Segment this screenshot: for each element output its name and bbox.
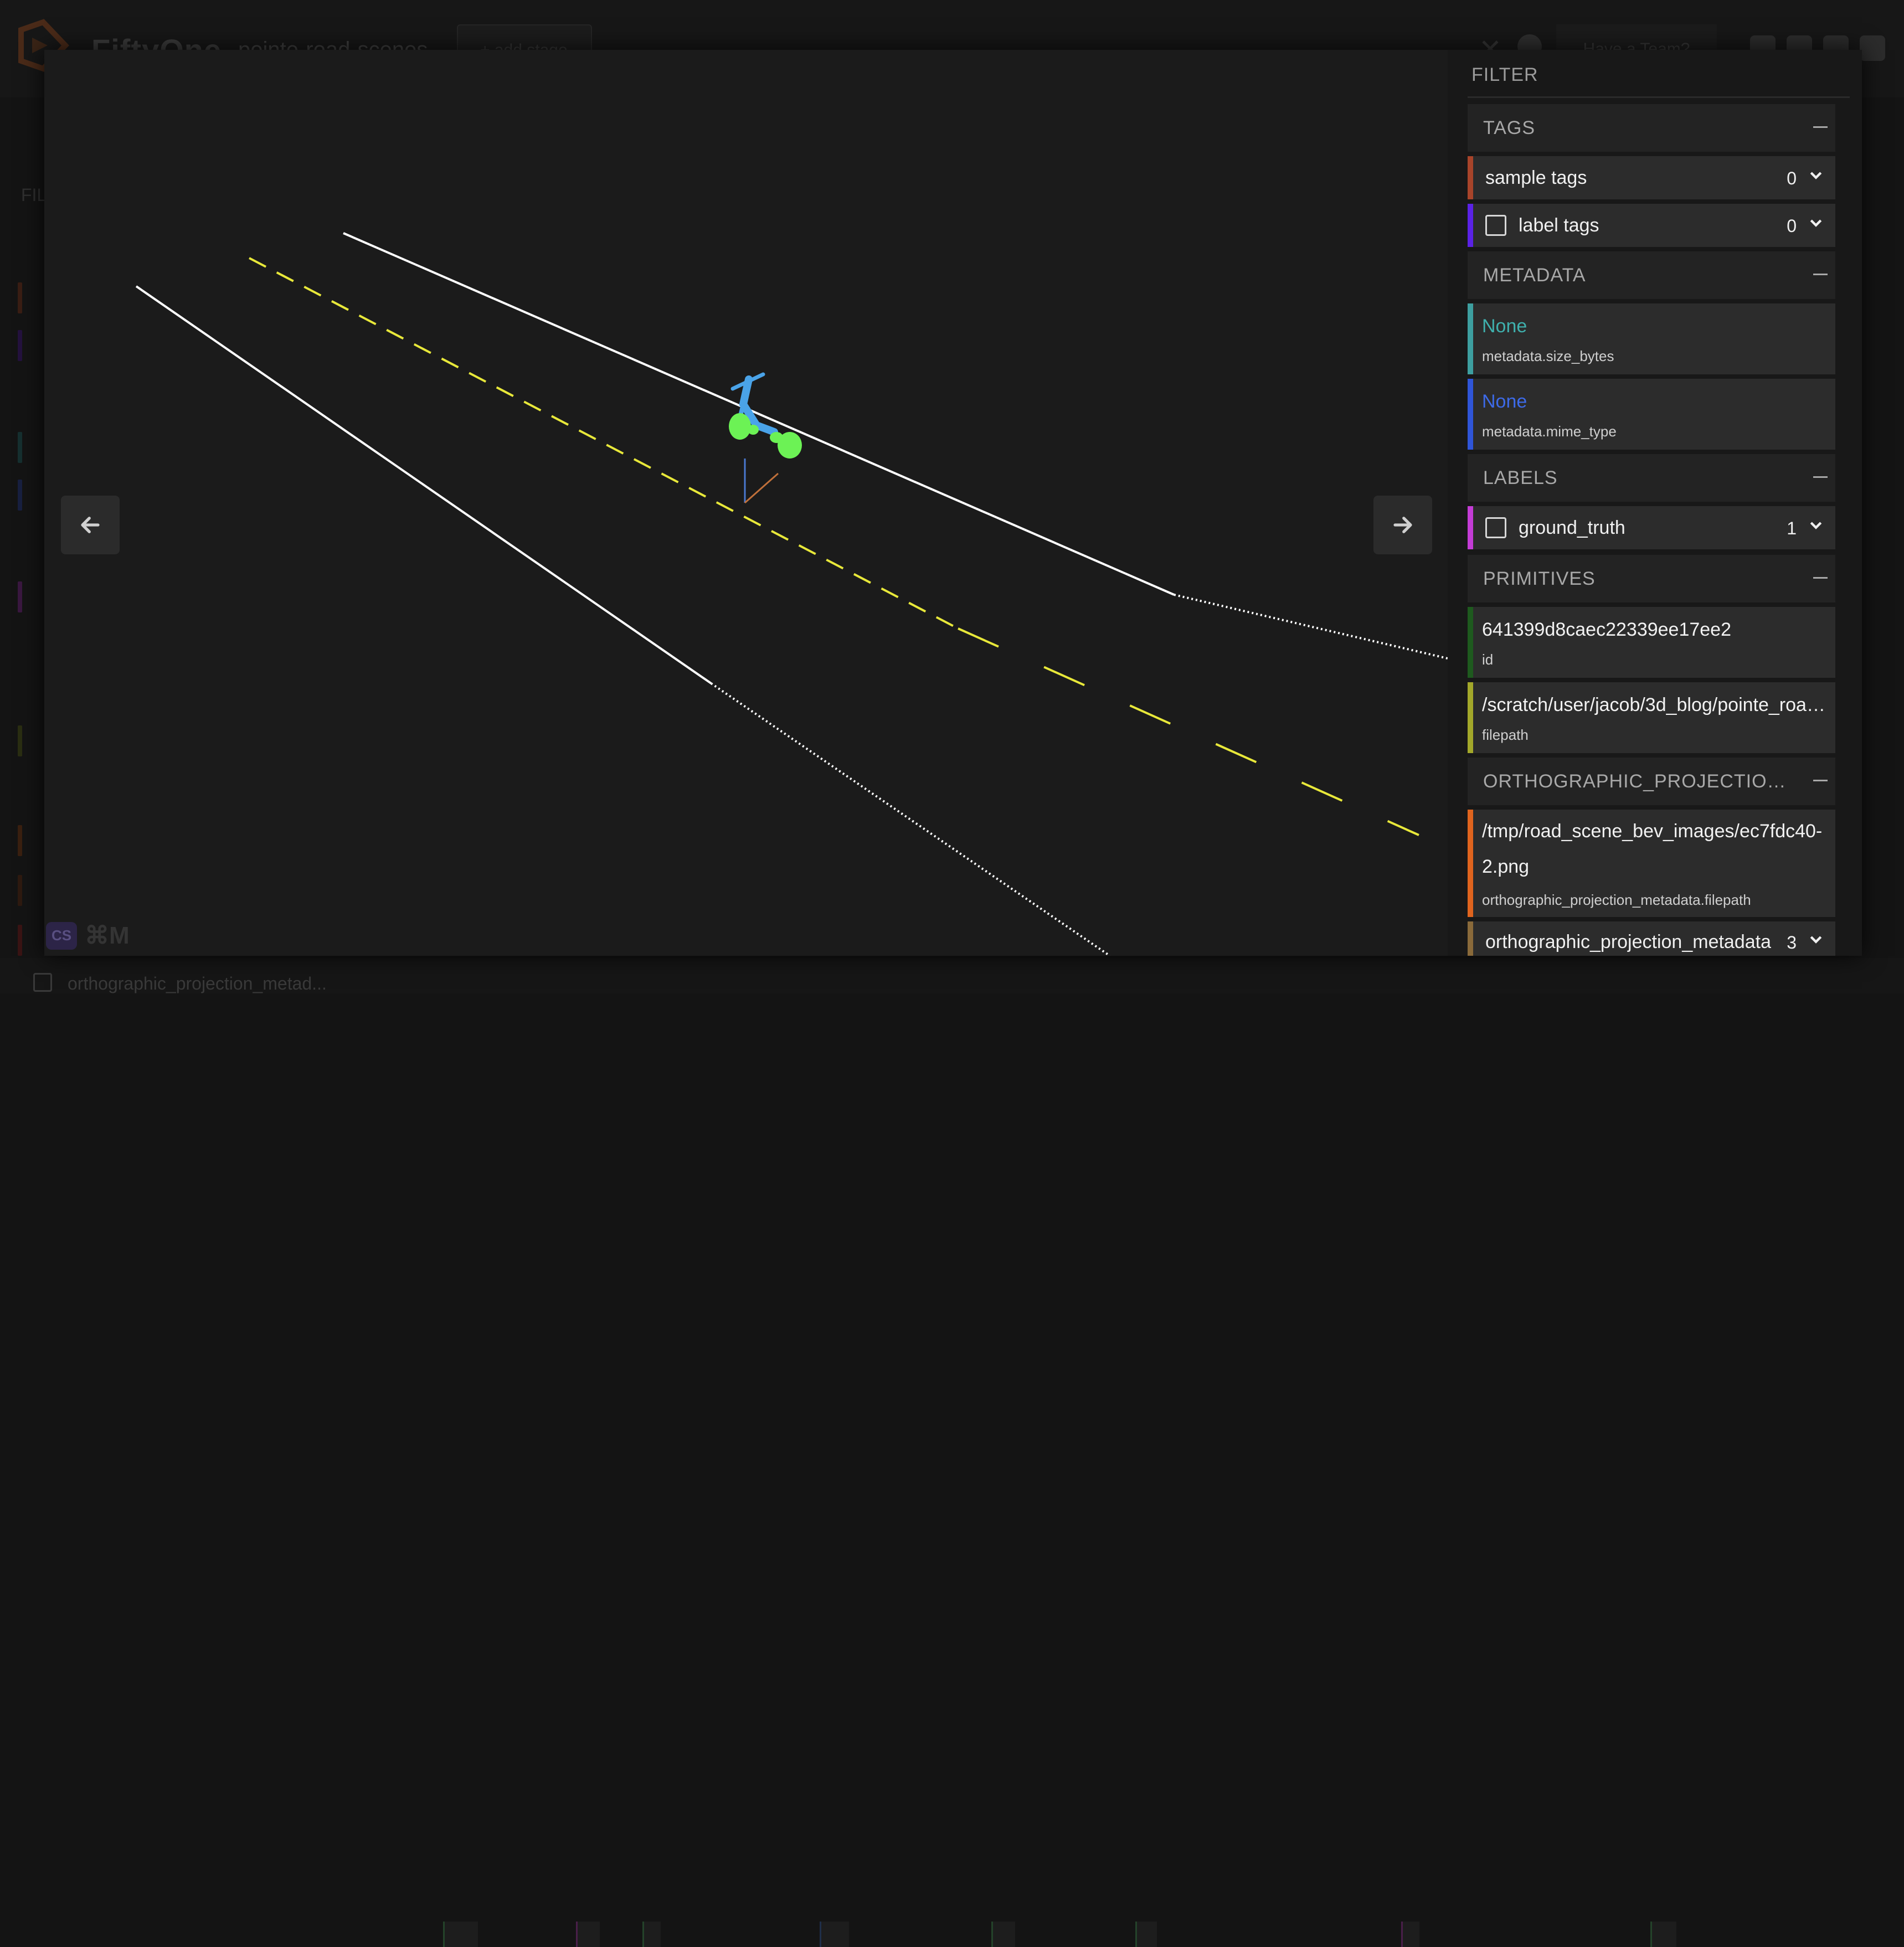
lane-line-right-solid [343,232,1175,596]
center-line-dashed [249,257,959,630]
color-stripe [1468,682,1473,753]
minus-icon[interactable] [1813,126,1828,128]
bottom-field-checkbox[interactable] [33,973,52,992]
ground-truth-row[interactable]: ground_truth 1 [1468,506,1835,549]
group-label: LABELS [1483,467,1558,488]
field-value-line2: 2.png [1482,856,1530,877]
lane-line-left-solid [135,285,712,684]
color-stripe [1468,156,1473,199]
sample-tags-row[interactable]: sample tags 0 [1468,156,1835,199]
chevron-down-icon[interactable] [1808,931,1824,948]
sample-tags-label: sample tags [1485,167,1587,188]
center-line-dotted-dashes [958,627,1419,836]
lane-line-left-dotted [710,682,1111,956]
field-value: 641399d8caec22339ee17ee2 [1482,619,1732,640]
color-stripe [1468,607,1473,678]
ortho-filepath-row[interactable]: /tmp/road_scene_bev_images/ec7fdc40- 2.p… [1468,810,1835,917]
color-stripe [1468,810,1473,917]
ground-truth-checkbox[interactable] [1485,517,1506,538]
metadata-mime-type-row[interactable]: None metadata.mime_type [1468,379,1835,450]
color-stripe [1468,303,1473,374]
shortcut-keys: ⌘M [85,922,130,949]
arrow-left-icon [81,517,100,533]
grid-thumbnail[interactable] [1135,1922,1157,1947]
grid-thumbnail[interactable] [991,1922,1015,1947]
cs-icon: CS [46,921,77,950]
next-sample-button[interactable] [1373,496,1432,554]
sample-modal: CS ⌘M FILTER TAGS sample tags 0 label ta… [44,50,1862,956]
grid-thumbnail[interactable] [1401,1922,1419,1947]
field-key: id [1482,651,1494,668]
filter-title: FILTER [1471,64,1538,85]
bottom-field-label: orthographic_projection_metad... [68,973,327,993]
arrow-right-icon [1393,517,1412,533]
bg-stripe [18,925,22,956]
field-key: metadata.mime_type [1482,423,1617,440]
ground-truth-count: 1 [1787,518,1797,538]
bg-stripe [18,282,22,313]
color-stripe [1468,204,1473,247]
grid-thumbnail[interactable] [1650,1922,1676,1947]
minus-icon[interactable] [1813,274,1828,275]
id-row[interactable]: 641399d8caec22339ee17ee2 id [1468,607,1835,678]
group-tags[interactable]: TAGS [1468,104,1835,152]
label-tags-count: 0 [1787,216,1797,236]
field-value-line1: /tmp/road_scene_bev_images/ec7fdc40- [1482,821,1823,842]
group-label: ORTHOGRAPHIC_PROJECTION_METADATA [1483,771,1793,792]
group-metadata[interactable]: METADATA [1468,251,1835,299]
field-key: orthographic_projection_metadata.filepat… [1482,892,1751,908]
ground-truth-label: ground_truth [1519,517,1625,538]
bg-stripe [18,825,22,856]
previous-sample-button[interactable] [61,496,120,554]
group-primitives[interactable]: PRIMITIVES [1468,555,1835,602]
grid-thumbnail[interactable] [820,1922,849,1947]
ortho-embedded-label: orthographic_projection_metadata [1485,931,1772,952]
color-stripe [1468,506,1473,549]
filter-sidebar: FILTER TAGS sample tags 0 label tags 0 M… [1448,50,1862,956]
color-stripe [1468,921,1473,956]
field-value: None [1482,391,1527,412]
point-cloud-scene[interactable] [44,50,1448,956]
shortcut-badge[interactable]: CS ⌘M [46,921,130,950]
bg-stripe [18,875,22,906]
label-tags-checkbox[interactable] [1485,215,1506,236]
group-label: PRIMITIVES [1483,568,1596,589]
label-tags-label: label tags [1519,215,1599,236]
ortho-embedded-count: 3 [1787,933,1797,952]
metadata-size-bytes-row[interactable]: None metadata.size_bytes [1468,303,1835,374]
grid-thumbnail[interactable] [576,1922,600,1947]
bg-sidebar-title: FIL [21,185,47,205]
label-tags-row[interactable]: label tags 0 [1468,204,1835,247]
bg-stripe [18,581,22,612]
group-label: METADATA [1483,265,1586,286]
grid-thumbnail[interactable] [443,1922,478,1947]
chevron-down-icon[interactable] [1808,215,1824,231]
divider [1468,96,1850,98]
field-value: None [1482,316,1527,337]
group-orthographic-projection-metadata[interactable]: ORTHOGRAPHIC_PROJECTION_METADATA [1468,758,1835,805]
sample-tags-count: 0 [1787,168,1797,188]
bg-stripe [18,480,22,511]
field-key: metadata.size_bytes [1482,348,1614,364]
lane-line-right-dotted [1174,594,1448,660]
axis-x-icon [744,472,779,504]
grid-thumbnail[interactable] [642,1922,661,1947]
chevron-down-icon[interactable] [1808,517,1824,534]
bg-stripe [18,725,22,756]
3d-viewer[interactable]: CS ⌘M [44,50,1448,956]
bg-stripe [18,330,22,361]
bg-stripe [18,432,22,463]
filepath-row[interactable]: /scratch/user/jacob/3d_blog/pointe_road_… [1468,682,1835,753]
minus-icon[interactable] [1813,780,1828,781]
ortho-embedded-row[interactable]: orthographic_projection_metadata 3 [1468,921,1835,956]
field-value: /scratch/user/jacob/3d_blog/pointe_road_… [1482,694,1825,715]
field-key: filepath [1482,727,1529,743]
minus-icon[interactable] [1813,577,1828,579]
minus-icon[interactable] [1813,476,1828,478]
color-stripe [1468,379,1473,450]
group-labels[interactable]: LABELS [1468,454,1835,502]
group-label: TAGS [1483,117,1536,138]
docs-icon[interactable] [1860,35,1885,61]
chevron-down-icon[interactable] [1808,167,1824,184]
